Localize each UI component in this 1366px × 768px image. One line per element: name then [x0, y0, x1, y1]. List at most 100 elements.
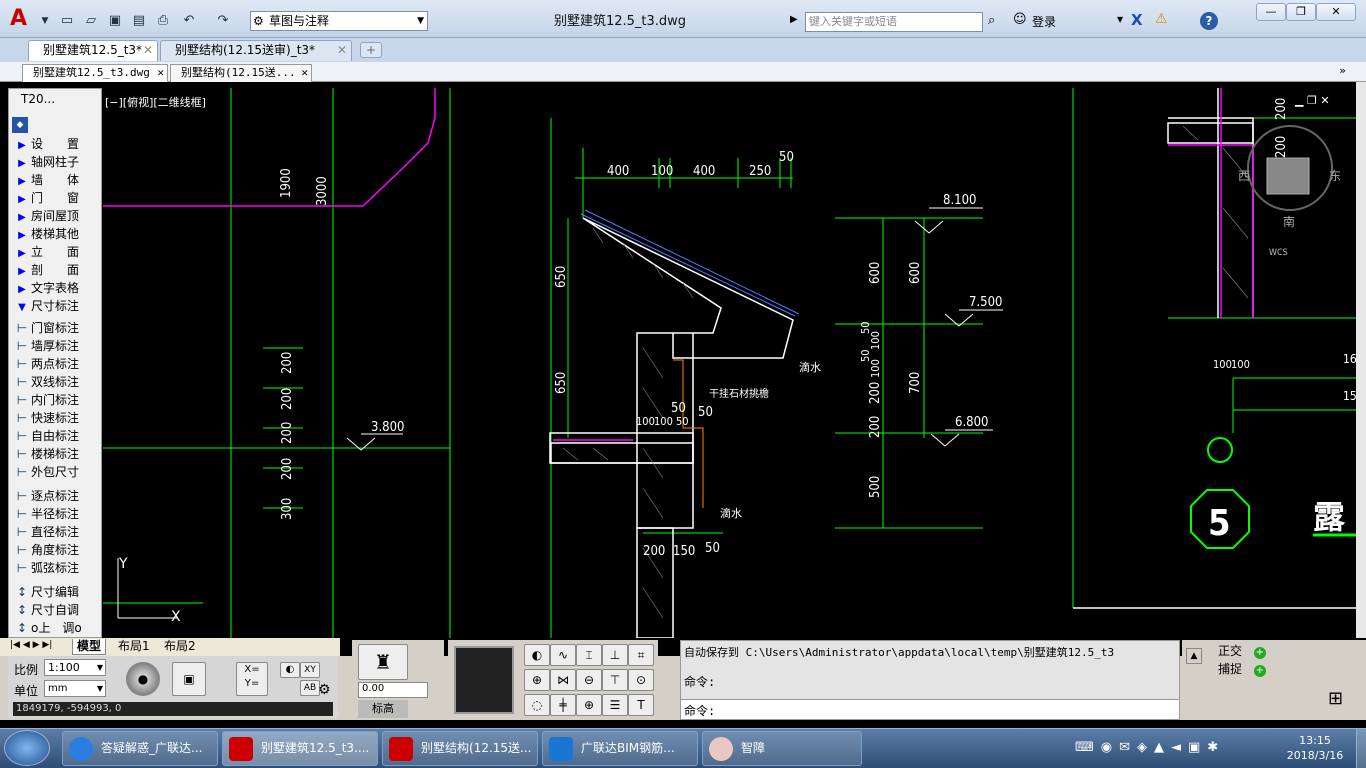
symbol-tool-icon[interactable]: ⊖: [576, 669, 602, 691]
coord-globe-icon[interactable]: ◐: [280, 662, 300, 678]
palette-dim-tool[interactable]: ⊢ 角度标注: [13, 541, 99, 559]
symbol-preview[interactable]: [454, 646, 514, 714]
toolbox-icon[interactable]: ⊞: [1328, 688, 1343, 709]
scroll-up-icon[interactable]: ▲: [1186, 648, 1202, 664]
globe-icon[interactable]: ●: [126, 662, 160, 696]
palette-dim-tool[interactable]: ⊢ 半径标注: [13, 505, 99, 523]
palette-dim-tool[interactable]: ⊢ 外包尺寸: [13, 463, 99, 481]
palette-menu-item[interactable]: ▶ 剖 面: [13, 261, 99, 279]
tray-icons[interactable]: ⌨◉✉◈▲◄▣✱: [1075, 740, 1225, 755]
save-as-icon[interactable]: ▤: [130, 12, 148, 30]
symbol-tool-icon[interactable]: ☰: [602, 694, 628, 716]
close-button[interactable]: ✕: [1316, 3, 1356, 21]
symbol-tool-icon[interactable]: ⊕: [576, 694, 602, 716]
search-expand-icon[interactable]: ▶: [790, 14, 798, 25]
palette-dim-tool[interactable]: ⊢ 楼梯标注: [13, 445, 99, 463]
new-file-icon[interactable]: ▭: [58, 12, 76, 30]
symbol-tool-icon[interactable]: ◐: [524, 644, 550, 666]
elevation-label[interactable]: 标高: [358, 700, 408, 718]
palette-dim-tool[interactable]: ↕ 尺寸编辑: [13, 583, 99, 601]
exchange-icon[interactable]: X: [1131, 11, 1143, 29]
show-desktop-button[interactable]: [1356, 729, 1366, 768]
palette-menu-item[interactable]: ▶ 楼梯其他: [13, 225, 99, 243]
search-input[interactable]: 键入关键字或短语: [805, 12, 983, 32]
open-file-icon[interactable]: ▱: [82, 12, 100, 30]
help-icon[interactable]: ?: [1200, 12, 1218, 30]
taskbar-item-cad-struct[interactable]: 别墅结构(12.15送...: [382, 731, 538, 766]
command-window[interactable]: 自动保存到 C:\Users\Administrator\appdata\loc…: [680, 640, 1180, 720]
minimize-button[interactable]: —: [1256, 3, 1286, 21]
doc-tab-arch[interactable]: 别墅建筑12.5_t3.dwg ✕: [22, 64, 168, 82]
palette-menu-item[interactable]: ▶ 门 窗: [13, 189, 99, 207]
viewport-controls[interactable]: ▁ ❐ ✕: [1295, 94, 1330, 107]
close-icon[interactable]: ✕: [301, 65, 308, 81]
symbol-tool-icon[interactable]: ⌗: [628, 644, 654, 666]
login-link[interactable]: 登录: [1032, 13, 1056, 30]
symbol-tool-icon[interactable]: ⊙: [628, 669, 654, 691]
gear-icon[interactable]: ⚙: [318, 682, 331, 698]
elevation-input[interactable]: 0.00: [358, 682, 428, 698]
maximize-button[interactable]: ❐: [1286, 3, 1316, 21]
drawing-canvas[interactable]: 400 100 400 250 50 8.100 7.500 6.800 3.8…: [103, 88, 1356, 638]
close-icon[interactable]: ✕: [157, 65, 164, 81]
align-tool-icon[interactable]: X= Y=: [236, 662, 268, 696]
palette-dim-tool[interactable]: ⊢ 墙厚标注: [13, 337, 99, 355]
ab-icon[interactable]: AB: [300, 680, 320, 696]
palette-menu-item[interactable]: ▶ 设 置: [13, 135, 99, 153]
add-tab-icon[interactable]: +: [360, 42, 382, 58]
taskbar-item-browser[interactable]: 答疑解惑_广联达...: [62, 731, 218, 766]
layout-nav-icon[interactable]: |◀ ◀ ▶ ▶|: [10, 640, 52, 650]
workspace-select[interactable]: ⚙ 草图与注释 ▼: [250, 11, 428, 31]
xy-icon[interactable]: XY: [300, 662, 320, 678]
palette-menu-item[interactable]: ▶ 房间屋顶: [13, 207, 99, 225]
symbol-tool-icon[interactable]: ⌶: [576, 644, 602, 666]
app-logo-icon[interactable]: A: [10, 8, 34, 30]
viewport-label[interactable]: [−][俯视][二维线框]: [105, 94, 206, 110]
symbol-tool-icon[interactable]: ⊤: [602, 669, 628, 691]
system-clock[interactable]: 13:15 2018/3/16: [1282, 733, 1348, 763]
symbol-tool-icon[interactable]: ⊥: [602, 644, 628, 666]
palette-dim-tool[interactable]: ↕ o上 调o: [13, 619, 99, 637]
palette-dim-tool[interactable]: ⊢ 弧弦标注: [13, 559, 99, 577]
binoculars-icon[interactable]: ⌕: [988, 13, 995, 28]
vertical-scrollbar[interactable]: [1356, 82, 1366, 638]
tab-overflow-icon[interactable]: »: [1339, 64, 1346, 77]
palette-dim-tool[interactable]: ⊢ 两点标注: [13, 355, 99, 373]
palette-menu-item[interactable]: ▶ 文字表格: [13, 279, 99, 297]
tab-layout1[interactable]: 布局1: [114, 639, 154, 655]
scale-select[interactable]: 1:100 ▼: [44, 659, 106, 676]
elevation-tool-icon[interactable]: ♜: [358, 644, 408, 680]
palette-dim-tool[interactable]: ⊢ 自由标注: [13, 427, 99, 445]
palette-dim-tool[interactable]: ↕ 尺寸自调: [13, 601, 99, 619]
palette-dim-tool[interactable]: ⊢ 门窗标注: [13, 319, 99, 337]
taskbar-item-bim[interactable]: 广联达BIM钢筋...: [542, 731, 698, 766]
symbol-tool-icon[interactable]: ⊕: [524, 669, 550, 691]
symbol-tool-icon[interactable]: ◌: [524, 694, 550, 716]
ortho-toggle[interactable]: 正交 +: [1218, 642, 1266, 659]
taskbar-item-cad-arch[interactable]: 别墅建筑12.5_t3....: [222, 731, 378, 766]
start-button[interactable]: [4, 730, 50, 766]
symbol-tool-icon[interactable]: ╪: [550, 694, 576, 716]
palette-dim-tool[interactable]: ⊢ 直径标注: [13, 523, 99, 541]
symbol-tool-icon[interactable]: ∿: [550, 644, 576, 666]
layout-tool-icon[interactable]: ▣: [172, 662, 206, 696]
tab-model[interactable]: 模型: [72, 639, 107, 655]
symbol-tool-icon[interactable]: ⋈: [550, 669, 576, 691]
save-icon[interactable]: ▣: [106, 12, 124, 30]
palette-dim-tool[interactable]: ⊢ 逐点标注: [13, 487, 99, 505]
undo-icon[interactable]: ↶: [180, 12, 198, 30]
redo-icon[interactable]: ↷: [214, 12, 232, 30]
warning-icon[interactable]: ⚠: [1155, 11, 1168, 27]
palette-menu-item[interactable]: ▼ 尺寸标注: [13, 297, 99, 315]
palette-expand-icon[interactable]: ◆: [12, 117, 28, 133]
file-tab-arch[interactable]: 别墅建筑12.5_t3* ✕: [28, 40, 158, 61]
palette-dim-tool[interactable]: ⊢ 双线标注: [13, 373, 99, 391]
symbol-tool-icon[interactable]: T: [628, 694, 654, 716]
palette-menu-item[interactable]: ▶ 立 面: [13, 243, 99, 261]
unit-select[interactable]: mm ▼: [44, 680, 106, 697]
palette-dim-tool[interactable]: ⊢ 内门标注: [13, 391, 99, 409]
command-input[interactable]: 命令:: [681, 699, 1179, 719]
tab-layout2[interactable]: 布局2: [160, 639, 200, 655]
print-icon[interactable]: ⎙: [154, 12, 172, 30]
palette-dim-tool[interactable]: ⊢ 快速标注: [13, 409, 99, 427]
